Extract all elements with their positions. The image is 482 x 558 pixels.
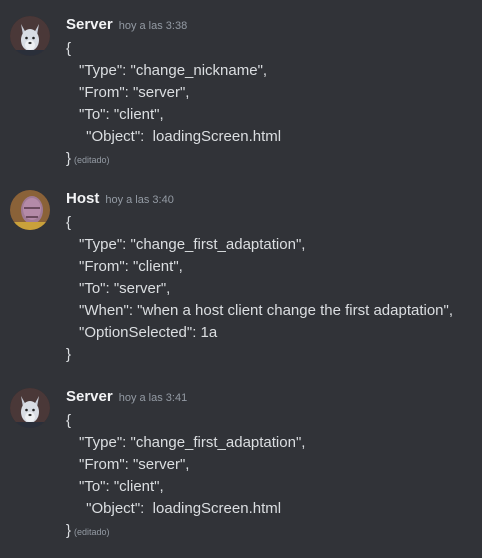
- edited-label: (editado): [74, 155, 110, 165]
- message-line: "To": "client",: [79, 106, 164, 123]
- message-header: Server hoy a las 3:38: [66, 16, 187, 36]
- message-line: "Type": "change_first_adaptation",: [79, 434, 306, 451]
- closing-brace: }: [66, 522, 72, 539]
- message-line: {: [66, 214, 72, 231]
- wolf-avatar-icon[interactable]: [10, 388, 50, 428]
- closing-brace: }: [66, 150, 72, 167]
- message-line: "To": "server",: [79, 280, 171, 297]
- message-header: Server hoy a las 3:41: [66, 388, 187, 408]
- message-line-last: } (editado): [66, 148, 476, 170]
- username[interactable]: Host: [66, 190, 99, 207]
- message-content: { "Type": "change_first_adaptation", "Fr…: [66, 410, 476, 542]
- wolf-avatar-icon[interactable]: [10, 16, 50, 56]
- message-content: { "Type": "change_nickname", "From": "se…: [66, 38, 476, 170]
- timestamp: hoy a las 3:41: [118, 392, 188, 404]
- message-line: "From": "server",: [79, 84, 190, 101]
- message-line: "When": "when a host client change the f…: [79, 302, 454, 319]
- username[interactable]: Server: [66, 388, 113, 405]
- message-line: {: [66, 412, 72, 429]
- message-line: "Object": loadingScreen.html: [82, 128, 282, 145]
- username[interactable]: Server: [66, 16, 113, 33]
- message-line-last: } (editado): [66, 520, 476, 542]
- message-line: "Object": loadingScreen.html: [82, 500, 282, 517]
- message-line: }: [66, 346, 72, 363]
- message-line: "To": "client",: [79, 478, 164, 495]
- message-line: "Type": "change_first_adaptation",: [79, 236, 306, 253]
- message-line: "From": "server",: [79, 456, 190, 473]
- message-line: "Type": "change_nickname",: [79, 62, 268, 79]
- message-line: {: [66, 40, 72, 57]
- timestamp: hoy a las 3:38: [118, 20, 188, 32]
- message-header: Host hoy a las 3:40: [66, 190, 174, 210]
- edited-label: (editado): [74, 527, 110, 537]
- thanos-avatar-icon[interactable]: [10, 190, 50, 230]
- message-line: "From": "client",: [79, 258, 183, 275]
- timestamp: hoy a las 3:40: [105, 194, 174, 206]
- message-line: "OptionSelected": 1a: [79, 324, 218, 341]
- message-content: { "Type": "change_first_adaptation", "Fr…: [66, 212, 476, 366]
